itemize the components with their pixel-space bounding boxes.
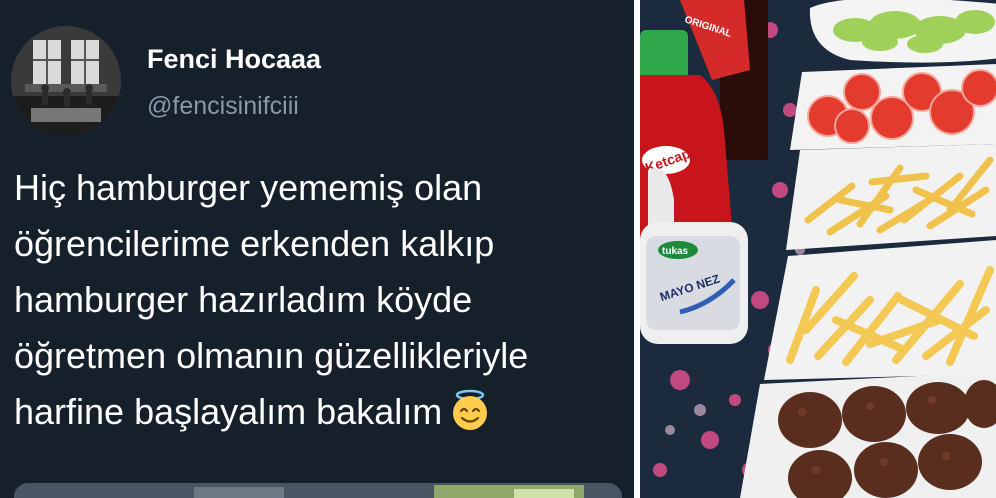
- tweet-text-line: öğretmen olmanın güzellikleriyle: [14, 335, 529, 376]
- avatar[interactable]: [11, 26, 121, 136]
- food-photo: ORIGINAL Ketcap tukas MAYO NEZ: [640, 0, 996, 498]
- media-thumbnail: [14, 483, 622, 498]
- tweet-media-preview[interactable]: [14, 483, 622, 498]
- tweet-card: Fenci Hocaaa @fencisinifciii Hiç hamburg…: [0, 0, 634, 498]
- display-name[interactable]: Fenci Hocaaa: [147, 44, 321, 75]
- tweet-text-line-last: harfine başlayalım bakalım: [14, 384, 634, 440]
- mayo-brand-label: tukas: [662, 246, 689, 257]
- smiling-face-with-halo-icon: [448, 388, 492, 448]
- food-table-image: ORIGINAL Ketcap tukas MAYO NEZ: [640, 0, 996, 498]
- avatar-photo: [11, 26, 121, 136]
- user-handle[interactable]: @fencisinifciii: [147, 92, 299, 121]
- tweet-text-line: Hiç hamburger yememiş olan: [14, 167, 483, 208]
- tweet-text-line: öğrencilerime erkenden kalkıp: [14, 223, 495, 264]
- tweet-text-line: harfine başlayalım bakalım: [14, 391, 443, 432]
- tweet-text: Hiç hamburger yememiş olan öğrencilerime…: [14, 160, 634, 440]
- tweet-text-line: hamburger hazırladım köyde: [14, 279, 473, 320]
